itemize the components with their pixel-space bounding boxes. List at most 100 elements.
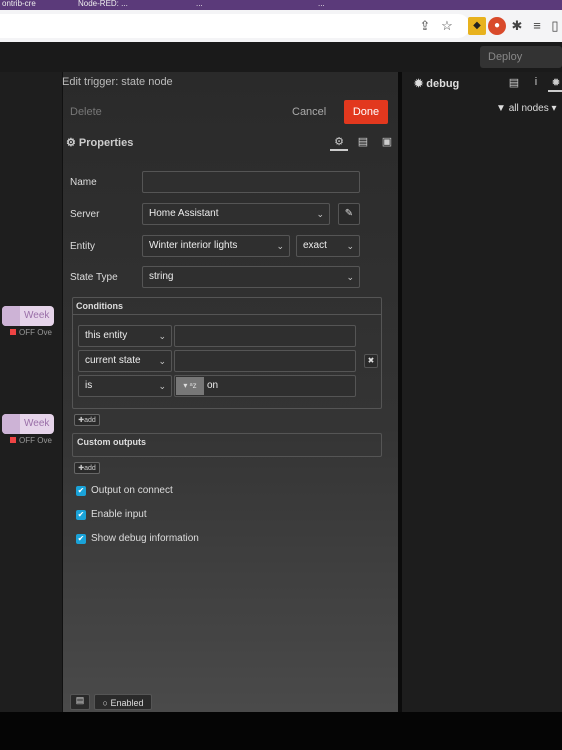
check-icon: ✔ [77,486,85,495]
name-label: Name [70,177,97,188]
sidebar-panel [398,72,562,712]
enable-input-checkbox[interactable]: ✔ [76,510,86,520]
document-icon: ▤ [357,136,369,148]
entity-match-select[interactable]: exact ⌄ [296,235,360,257]
tab-description[interactable]: ▤ [354,133,372,151]
pencil-icon: ✎ [344,208,354,219]
add-label: add [84,417,96,424]
entity-select[interactable]: Winter interior lights ⌄ [142,235,290,257]
condition-right-input[interactable]: ▾ ᵃz on [174,375,356,397]
type-selector[interactable]: ▾ ᵃz [176,377,204,395]
tab-properties[interactable]: ⚙ [330,133,348,151]
node-red-header [0,42,562,72]
add-label: add [84,465,96,472]
name-input[interactable] [142,171,360,193]
server-label: Server [70,209,100,220]
condition-right-input[interactable] [174,350,356,372]
cancel-button[interactable]: Cancel [288,104,330,120]
monitor-bezel [0,712,562,750]
node-help-button[interactable]: ▤ [70,694,90,710]
bug-icon[interactable]: ✹ [548,76,562,92]
book-icon[interactable]: ▤ [506,76,522,92]
server-value: Home Assistant [149,208,219,219]
deploy-button[interactable]: Deploy [480,46,562,68]
condition-right-input[interactable] [174,325,356,347]
entity-match-value: exact [303,240,327,251]
extension-icon[interactable]: ● [488,17,506,35]
state-type-value: string [149,271,174,282]
enabled-label: Enabled [110,698,144,708]
appearance-icon: ▣ [381,136,393,148]
debug-tab-title[interactable]: ✹ debug [414,77,459,90]
flow-node[interactable]: Week [2,414,54,434]
chevron-down-icon: ⌄ [158,356,166,366]
custom-outputs-title: Custom outputs [77,437,146,447]
chevron-down-icon: ⌄ [346,241,354,251]
properties-heading: ⚙ Properties [66,136,133,149]
chevron-down-icon: ⌄ [346,272,354,282]
chevron-down-icon: ▾ [183,381,188,390]
chevron-down-icon: ⌄ [276,241,284,251]
deploy-label: Deploy [488,51,523,63]
chevron-down-icon: ⌄ [158,381,166,391]
puzzle-icon[interactable]: ✱ [508,17,526,35]
debug-title-text: debug [426,78,460,90]
address-bar[interactable] [0,14,470,38]
show-debug-checkbox[interactable]: ✔ [76,534,86,544]
enabled-toggle[interactable]: ○ Enabled [94,694,152,710]
enable-input-label: Enable input [91,509,147,520]
node-icon [2,414,20,434]
status-square-icon [10,437,16,443]
extension-icon[interactable]: ◆ [468,17,486,35]
show-debug-label: Show debug information [91,533,199,544]
share-icon[interactable]: ⇪ [416,17,434,35]
server-select[interactable]: Home Assistant ⌄ [142,203,330,225]
string-type-icon: ᵃz [189,381,197,390]
node-status-text: OFF Ove [19,436,52,445]
add-condition-button[interactable]: ✚add [74,414,100,426]
info-icon[interactable]: i [528,76,544,92]
tab-appearance[interactable]: ▣ [378,133,396,151]
chevron-down-icon: ⌄ [316,209,324,219]
node-label: Week [24,418,50,429]
entity-value: Winter interior lights [149,240,238,251]
condition-left-select[interactable]: is ⌄ [78,375,172,397]
condition-left-select[interactable]: current state ⌄ [78,350,172,372]
node-icon [2,306,20,326]
node-label: Week [24,310,50,321]
caret-down-icon: ▾ [548,103,557,114]
state-type-select[interactable]: string ⌄ [142,266,360,288]
browser-tab-strip: ontrib-cre Node-RED: ... ... ... [0,0,562,10]
browser-tab[interactable]: ... [196,0,296,10]
star-icon[interactable]: ☆ [438,17,456,35]
edit-server-button[interactable]: ✎ [338,203,360,225]
remove-condition-button[interactable]: ✖ [364,354,378,368]
flow-workspace[interactable] [0,72,62,712]
flow-node[interactable]: Week [2,306,54,326]
gear-icon: ⚙ [334,136,344,148]
check-icon: ✔ [77,510,85,519]
gear-icon: ⚙ [66,137,79,149]
node-status-text: OFF Ove [19,328,52,337]
node-status: OFF Ove [10,328,52,337]
output-on-connect-checkbox[interactable]: ✔ [76,486,86,496]
condition-left-value: is [85,380,93,391]
condition-left-select[interactable]: this entity ⌄ [78,325,172,347]
browser-tab[interactable]: ... [318,0,428,10]
close-icon: ✖ [367,356,375,365]
browser-tab[interactable]: Node-RED: ... [78,0,158,10]
reading-list-icon[interactable]: ≡ [528,17,546,35]
filter-dropdown[interactable]: ▼ all nodes ▾ [496,103,557,114]
condition-left-value: this entity [85,330,128,341]
check-icon: ✔ [77,534,85,543]
delete-button[interactable]: Delete [66,104,106,120]
filter-label: all nodes [508,103,549,114]
done-button[interactable]: Done [344,100,388,124]
properties-label: Properties [78,137,134,149]
sidebar-icon[interactable]: ▯ [546,17,562,35]
browser-tab[interactable]: ontrib-cre [2,0,62,10]
chevron-down-icon: ⌄ [158,331,166,341]
add-output-button[interactable]: ✚add [74,462,100,474]
condition-left-value: current state [85,355,141,366]
conditions-title: Conditions [76,301,123,311]
